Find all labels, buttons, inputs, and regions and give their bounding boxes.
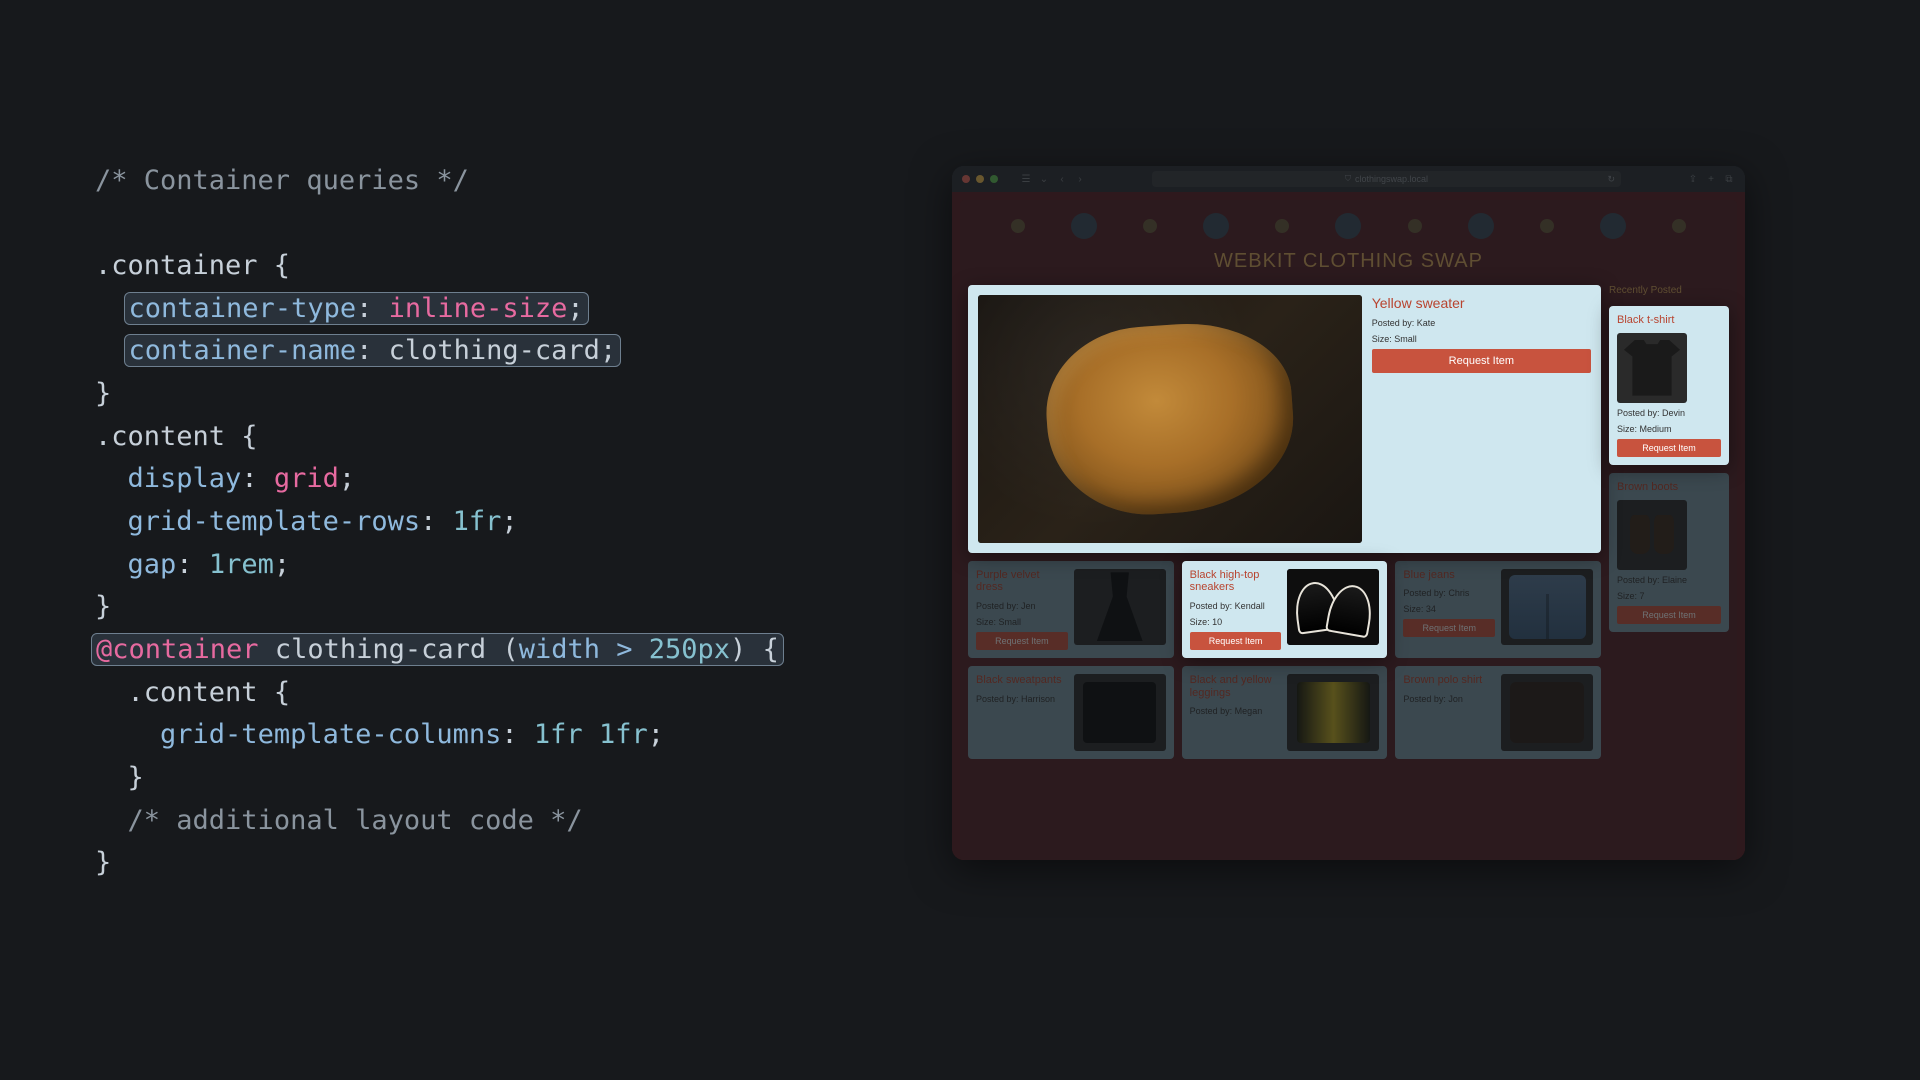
item-card[interactable]: Brown polo shirt Posted by: Jon <box>1395 666 1601 759</box>
share-icon[interactable]: ⇪ <box>1687 173 1699 185</box>
minimize-icon[interactable] <box>976 175 984 183</box>
item-size: Size: Small <box>1372 333 1591 345</box>
zoom-icon[interactable] <box>990 175 998 183</box>
item-posted-by: Posted by: Jon <box>1403 693 1495 705</box>
chevron-down-icon[interactable]: ⌄ <box>1038 173 1050 185</box>
code-selector: .container { <box>95 250 290 281</box>
item-title: Purple velvet dress <box>976 569 1068 594</box>
shield-icon: ⛉ <box>1345 174 1351 184</box>
code-highlight: container-type: inline-size; <box>124 292 589 325</box>
page-viewport: WEBKIT CLOTHING SWAP Yellow sweater Post… <box>952 192 1745 860</box>
request-item-button[interactable]: Request Item <box>1403 619 1495 637</box>
new-tab-icon[interactable]: + <box>1705 173 1717 185</box>
dot-icon[interactable] <box>1672 219 1686 233</box>
back-icon[interactable]: ‹ <box>1056 173 1068 185</box>
item-size: Size: 7 <box>1617 590 1721 602</box>
sidebar-icon[interactable]: ☰ <box>1020 173 1032 185</box>
item-image <box>978 295 1362 543</box>
item-size: Size: Medium <box>1617 423 1721 435</box>
item-image <box>1074 569 1166 646</box>
pants-icon[interactable] <box>1468 213 1494 239</box>
hat-icon[interactable] <box>1335 213 1361 239</box>
code-block: /* Container queries */ .container { con… <box>95 117 935 885</box>
item-posted-by: Posted by: Chris <box>1403 587 1495 599</box>
request-item-button[interactable]: Request Item <box>1617 439 1721 457</box>
item-posted-by: Posted by: Megan <box>1190 705 1282 717</box>
item-image <box>1074 674 1166 751</box>
item-card-side[interactable]: Black t-shirt Posted by: Devin Size: Med… <box>1609 306 1729 465</box>
sidebar-recently-posted: Recently Posted Black t-shirt Posted by:… <box>1609 285 1729 759</box>
item-card-side[interactable]: Brown boots Posted by: Elaine Size: 7 Re… <box>1609 473 1729 632</box>
item-posted-by: Posted by: Jen <box>976 600 1068 612</box>
item-card[interactable]: Black and yellow leggings Posted by: Meg… <box>1182 666 1388 759</box>
item-image <box>1617 333 1687 403</box>
item-posted-by: Posted by: Devin <box>1617 407 1721 419</box>
sidebar-heading: Recently Posted <box>1609 285 1729 296</box>
item-size: Size: 10 <box>1190 616 1282 628</box>
category-icons-row <box>968 208 1729 244</box>
request-item-button[interactable]: Request Item <box>1190 632 1282 650</box>
reload-icon[interactable]: ↻ <box>1607 174 1615 185</box>
code-highlight: @container clothing-card (width > 250px)… <box>91 633 784 666</box>
shirt-icon[interactable] <box>1203 213 1229 239</box>
tabs-icon[interactable]: ⧉ <box>1723 173 1735 185</box>
item-title: Brown polo shirt <box>1403 674 1495 687</box>
code-highlight: container-name: clothing-card; <box>124 334 622 367</box>
dot-icon[interactable] <box>1143 219 1157 233</box>
dot-icon[interactable] <box>1408 219 1422 233</box>
browser-toolbar: ☰ ⌄ ‹ › ⛉ clothingswap.local ↻ ⇪ + ⧉ <box>952 166 1745 192</box>
item-title: Black high-top sneakers <box>1190 569 1282 594</box>
item-posted-by: Posted by: Kendall <box>1190 600 1282 612</box>
item-card[interactable]: Black high-top sneakers Posted by: Kenda… <box>1182 561 1388 659</box>
item-posted-by: Posted by: Kate <box>1372 317 1591 329</box>
item-size: Size: Small <box>976 616 1068 628</box>
code-comment: /* Container queries */ <box>95 165 469 196</box>
request-item-button[interactable]: Request Item <box>1372 349 1591 373</box>
page-title: WEBKIT CLOTHING SWAP <box>968 250 1729 273</box>
item-title: Brown boots <box>1617 481 1721 494</box>
item-image <box>1287 569 1379 646</box>
dot-icon[interactable] <box>1540 219 1554 233</box>
forward-icon[interactable]: › <box>1074 173 1086 185</box>
item-image <box>1501 569 1593 646</box>
item-title: Black and yellow leggings <box>1190 674 1282 699</box>
item-title: Black t-shirt <box>1617 314 1721 327</box>
item-title: Yellow sweater <box>1372 295 1591 311</box>
item-posted-by: Posted by: Harrison <box>976 693 1068 705</box>
dot-icon[interactable] <box>1011 219 1025 233</box>
close-icon[interactable] <box>962 175 970 183</box>
dot-icon[interactable] <box>1275 219 1289 233</box>
item-size: Size: 34 <box>1403 603 1495 615</box>
url-bar[interactable]: ⛉ clothingswap.local ↻ <box>1152 171 1621 187</box>
item-image <box>1501 674 1593 751</box>
url-text: clothingswap.local <box>1355 174 1428 184</box>
request-item-button[interactable]: Request Item <box>1617 606 1721 624</box>
item-image <box>1287 674 1379 751</box>
item-title: Black sweatpants <box>976 674 1068 687</box>
item-image <box>1617 500 1687 570</box>
item-posted-by: Posted by: Elaine <box>1617 574 1721 586</box>
item-card-feature[interactable]: Yellow sweater Posted by: Kate Size: Sma… <box>968 285 1601 553</box>
browser-window: ☰ ⌄ ‹ › ⛉ clothingswap.local ↻ ⇪ + ⧉ <box>952 166 1745 860</box>
shoe-icon[interactable] <box>1071 213 1097 239</box>
request-item-button[interactable]: Request Item <box>976 632 1068 650</box>
item-title: Blue jeans <box>1403 569 1495 582</box>
item-card[interactable]: Purple velvet dress Posted by: Jen Size:… <box>968 561 1174 659</box>
item-card[interactable]: Black sweatpants Posted by: Harrison <box>968 666 1174 759</box>
dress-icon[interactable] <box>1600 213 1626 239</box>
item-card[interactable]: Blue jeans Posted by: Chris Size: 34 Req… <box>1395 561 1601 659</box>
